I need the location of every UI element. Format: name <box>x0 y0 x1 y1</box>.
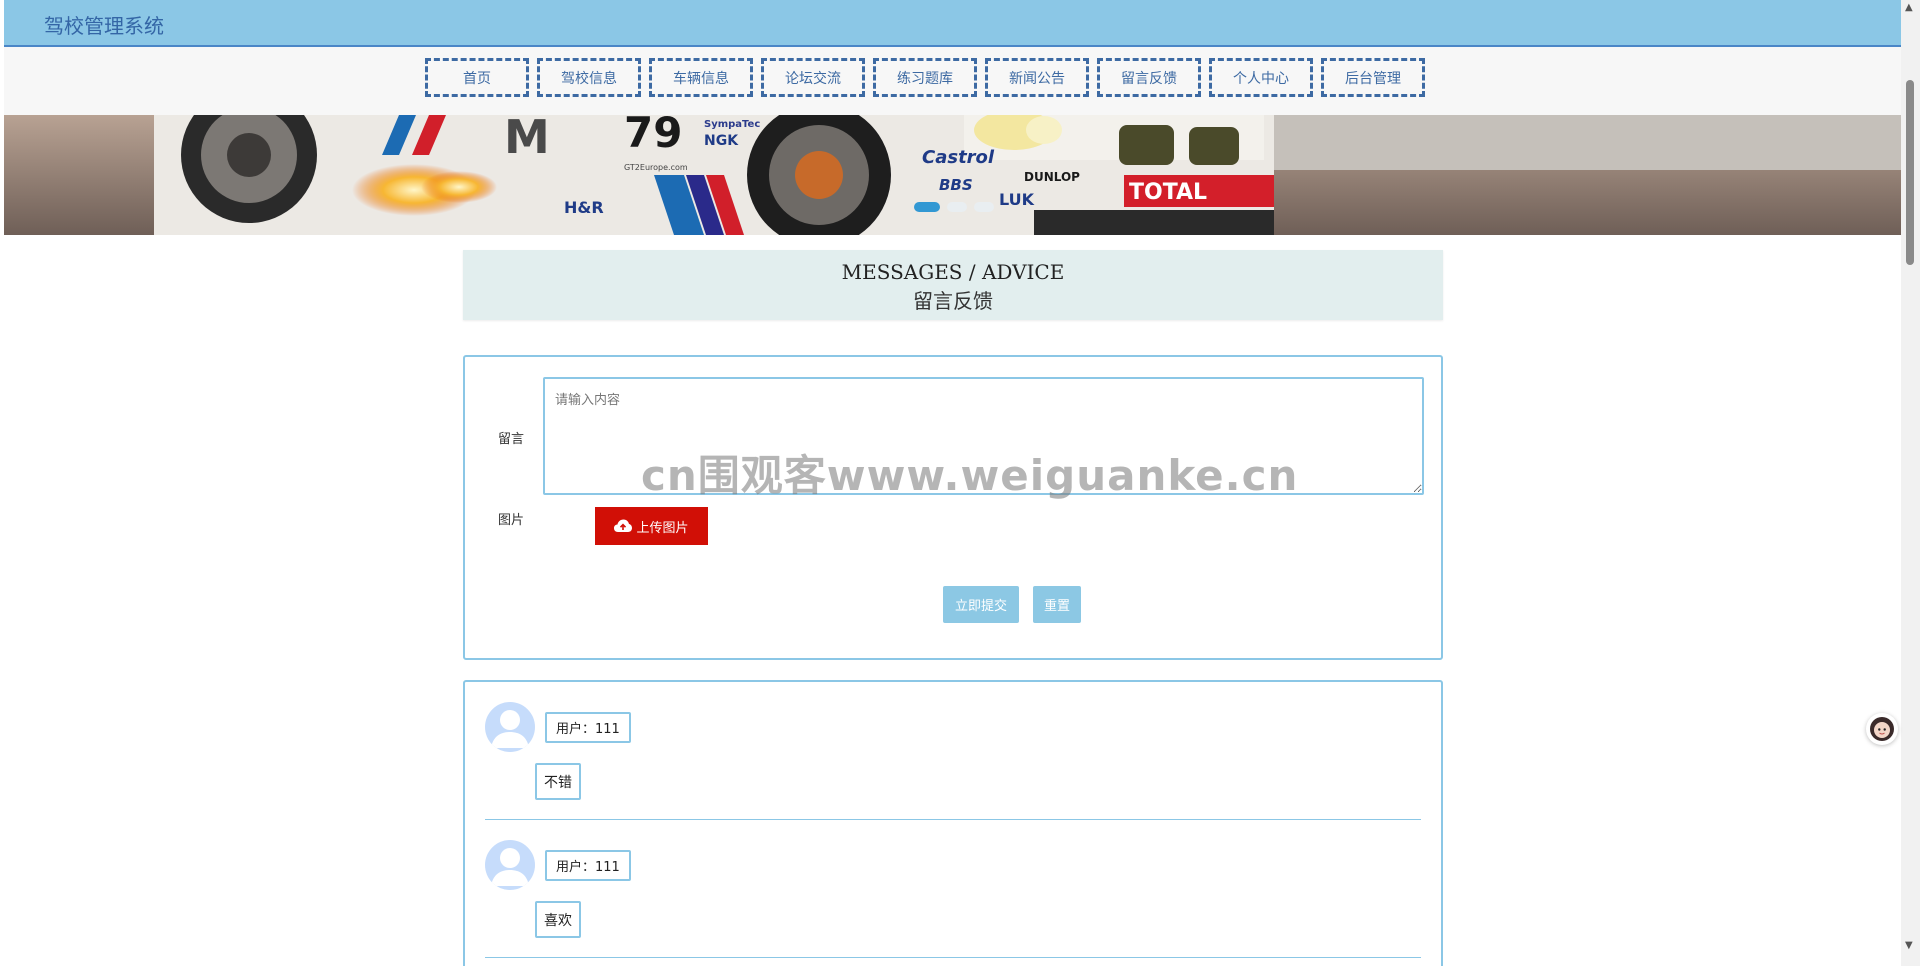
section-title-en: MESSAGES / ADVICE <box>841 260 1065 284</box>
nav-item-school-info[interactable]: 驾校信息 <box>537 58 641 97</box>
avatar <box>485 840 535 890</box>
avatar <box>485 702 535 752</box>
image-label: 图片 <box>498 513 525 528</box>
carousel-dot-1[interactable] <box>914 202 940 212</box>
user-avatar-icon <box>491 710 529 748</box>
scroll-up-arrow-icon[interactable]: ▲ <box>1905 2 1913 13</box>
messages-list: 用户：111 不错 用户：111 喜欢 <box>463 680 1443 966</box>
message-content: 喜欢 <box>535 901 581 938</box>
page: 驾校管理系统 首页 驾校信息 车辆信息 论坛交流 练习题库 新闻公告 留言反馈 … <box>4 0 1901 966</box>
banner-carousel[interactable]: M 79 GT2Europe.com SympaTec NGK H&R Cast… <box>4 115 1901 235</box>
assistant-avatar-icon <box>1870 717 1894 741</box>
nav-item-feedback[interactable]: 留言反馈 <box>1097 58 1201 97</box>
car-decal-total: TOTAL <box>1129 180 1207 205</box>
message-item: 用户：111 喜欢 <box>485 820 1421 958</box>
message-user: 用户：111 <box>545 712 631 743</box>
nav-item-forum[interactable]: 论坛交流 <box>761 58 865 97</box>
nav-item-news[interactable]: 新闻公告 <box>985 58 1089 97</box>
nav-item-vehicle-info[interactable]: 车辆信息 <box>649 58 753 97</box>
nav-item-home[interactable]: 首页 <box>425 58 529 97</box>
message-user: 用户：111 <box>545 850 631 881</box>
chat-assistant-button[interactable] <box>1866 713 1898 745</box>
car-decal-sympatec: SympaTec <box>704 119 760 130</box>
site-watermark: cn围观客www.weiguanke.cn <box>641 451 1299 500</box>
car-decal-castrol: Castrol <box>922 147 995 168</box>
upload-image-button[interactable]: 上传图片 <box>595 507 708 545</box>
user-avatar-icon <box>491 848 529 886</box>
reset-button[interactable]: 重置 <box>1033 586 1081 623</box>
message-content: 不错 <box>535 763 581 800</box>
car-decal-ngk: NGK <box>704 133 739 149</box>
carousel-indicators <box>914 202 994 212</box>
car-decal-luk: LUK <box>999 190 1035 209</box>
nav-item-profile[interactable]: 个人中心 <box>1209 58 1313 97</box>
scroll-down-arrow-icon[interactable]: ▼ <box>1905 940 1913 951</box>
cloud-upload-icon <box>614 519 633 532</box>
car-decal-dunlop: DUNLOP <box>1024 170 1080 184</box>
page-scrollbar[interactable]: ▲ ▼ <box>1901 0 1920 966</box>
app-title: 驾校管理系统 <box>44 14 164 38</box>
nav-item-question-bank[interactable]: 练习题库 <box>873 58 977 97</box>
submit-button[interactable]: 立即提交 <box>943 586 1019 623</box>
car-decal-bbs: BBS <box>939 176 973 194</box>
car-decal-m: M <box>504 115 550 164</box>
message-form: 留言 图片 上传图片 立即提交 重置 <box>463 355 1443 660</box>
car-decal-number: 79 <box>624 115 682 157</box>
nav-item-admin[interactable]: 后台管理 <box>1321 58 1425 97</box>
divider <box>485 957 1421 958</box>
message-label: 留言 <box>498 432 525 447</box>
section-heading: MESSAGES / ADVICE 留言反馈 <box>463 250 1443 320</box>
upload-button-label: 上传图片 <box>636 519 689 535</box>
section-title-cn: 留言反馈 <box>913 289 993 313</box>
main-nav: 首页 驾校信息 车辆信息 论坛交流 练习题库 新闻公告 留言反馈 个人中心 后台… <box>4 47 1901 115</box>
car-decal-hr: H&R <box>564 198 604 217</box>
carousel-dot-2[interactable] <box>947 202 967 212</box>
carousel-dot-3[interactable] <box>974 202 994 212</box>
race-car-image: M 79 GT2Europe.com SympaTec NGK H&R Cast… <box>4 115 1901 235</box>
message-item: 用户：111 不错 <box>485 682 1421 820</box>
car-decal-gt2: GT2Europe.com <box>624 163 688 172</box>
scrollbar-thumb[interactable] <box>1906 80 1914 265</box>
header-bar: 驾校管理系统 <box>4 0 1901 47</box>
